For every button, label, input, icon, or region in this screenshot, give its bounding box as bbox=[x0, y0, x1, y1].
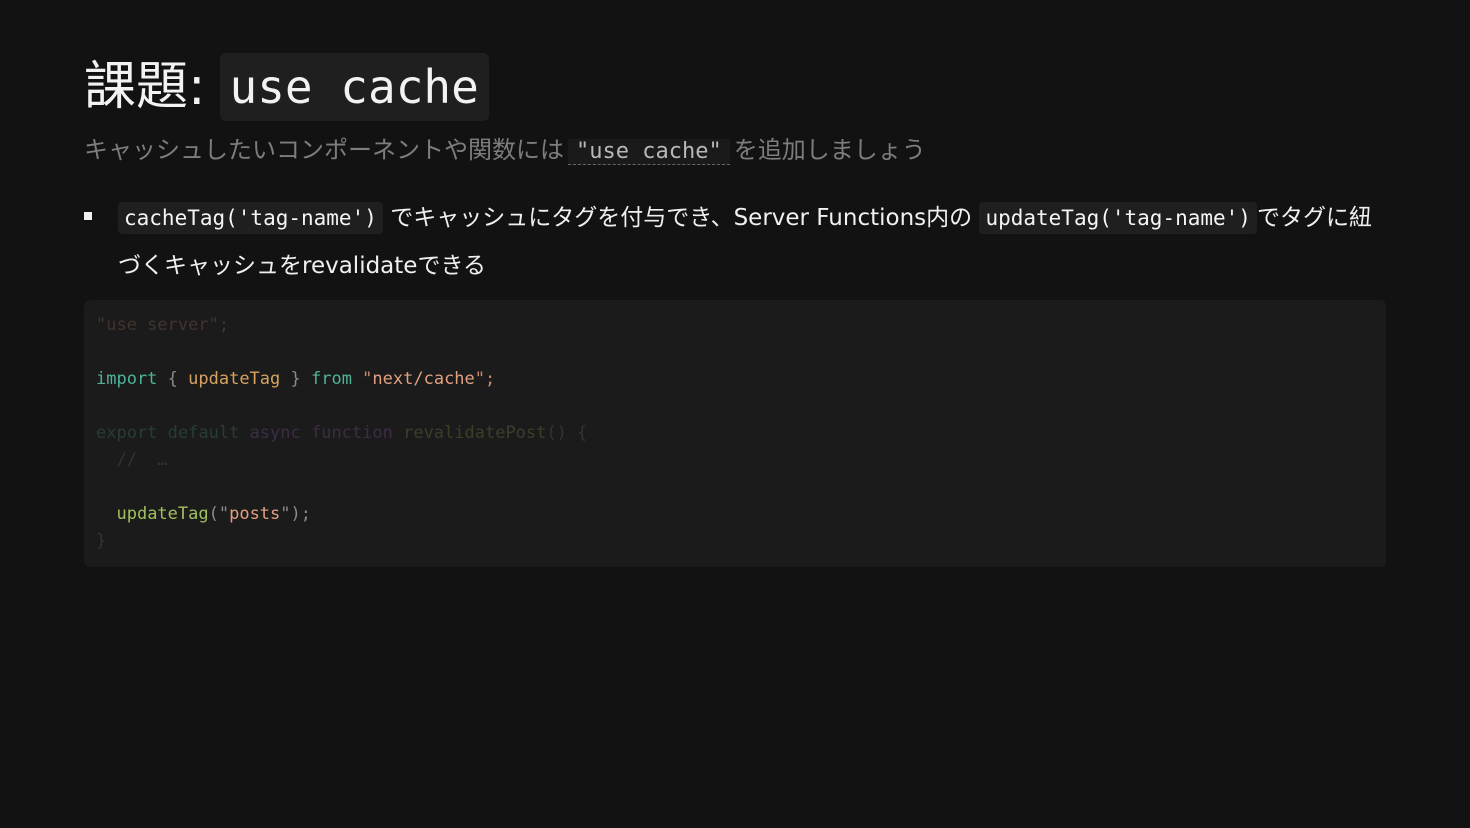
code-quote-open: " bbox=[351, 369, 373, 389]
slide-title: 課題: use cache bbox=[84, 52, 1386, 122]
code-line-8: updateTag("posts"); bbox=[96, 501, 1374, 528]
code-function-kw: function bbox=[300, 423, 393, 443]
slide-subtitle: キャッシュしたいコンポーネントや関数には "use cache" を追加しましょう bbox=[84, 130, 1386, 172]
code-call-arg: posts bbox=[229, 504, 281, 524]
title-prefix: 課題: bbox=[84, 57, 206, 117]
code-line-9: } bbox=[96, 528, 1374, 555]
code-line-6: // … bbox=[96, 447, 1374, 474]
code-comment: // … bbox=[96, 450, 168, 470]
code-block: "use server"; import { updateTag } from "… bbox=[84, 300, 1386, 567]
subtitle-code: "use cache" bbox=[568, 139, 730, 165]
subtitle-after: を追加しましょう bbox=[733, 136, 926, 164]
code-quote-close: "; bbox=[474, 369, 496, 389]
code-export-kw: export bbox=[96, 423, 158, 443]
code-line-5: export default async function revalidate… bbox=[96, 420, 1374, 447]
code-call-open: (" bbox=[208, 504, 230, 524]
bullet-square-icon bbox=[84, 212, 92, 220]
bullet-item: cacheTag('tag-name') でキャッシュにタグを付与でき、Serv… bbox=[84, 194, 1386, 290]
code-module-name: next/cache bbox=[372, 369, 475, 389]
code-import-kw: import bbox=[96, 369, 158, 389]
code-function-name: revalidatePost bbox=[392, 423, 547, 443]
code-function-tail: () { bbox=[546, 423, 588, 443]
inline-code-cachetag: cacheTag('tag-name') bbox=[118, 202, 383, 234]
code-line-3: import { updateTag } from "next/cache"; bbox=[96, 366, 1374, 393]
title-code: use cache bbox=[219, 53, 489, 121]
code-async-kw: async bbox=[239, 423, 301, 443]
code-call-name: updateTag bbox=[116, 504, 209, 524]
inline-code-updatetag: updateTag('tag-name') bbox=[979, 202, 1257, 234]
code-line-1: "use server"; bbox=[96, 312, 1374, 339]
code-default-kw: default bbox=[157, 423, 240, 443]
code-import-name: updateTag bbox=[188, 369, 281, 389]
bullet-text: cacheTag('tag-name') でキャッシュにタグを付与でき、Serv… bbox=[118, 194, 1386, 290]
code-call-close: "); bbox=[280, 504, 311, 524]
subtitle-before: キャッシュしたいコンポーネントや関数には bbox=[84, 136, 564, 164]
slide: 課題: use cache キャッシュしたいコンポーネントや関数には "use c… bbox=[84, 52, 1386, 567]
code-brace-close: } bbox=[280, 369, 311, 389]
code-from-kw: from bbox=[310, 369, 352, 389]
bullet-text-1: でキャッシュにタグを付与でき、Server Functions内の bbox=[390, 205, 973, 231]
code-closing-brace: } bbox=[96, 531, 107, 551]
code-use-server: "use server"; bbox=[96, 315, 230, 335]
code-brace-open: { bbox=[157, 369, 189, 389]
